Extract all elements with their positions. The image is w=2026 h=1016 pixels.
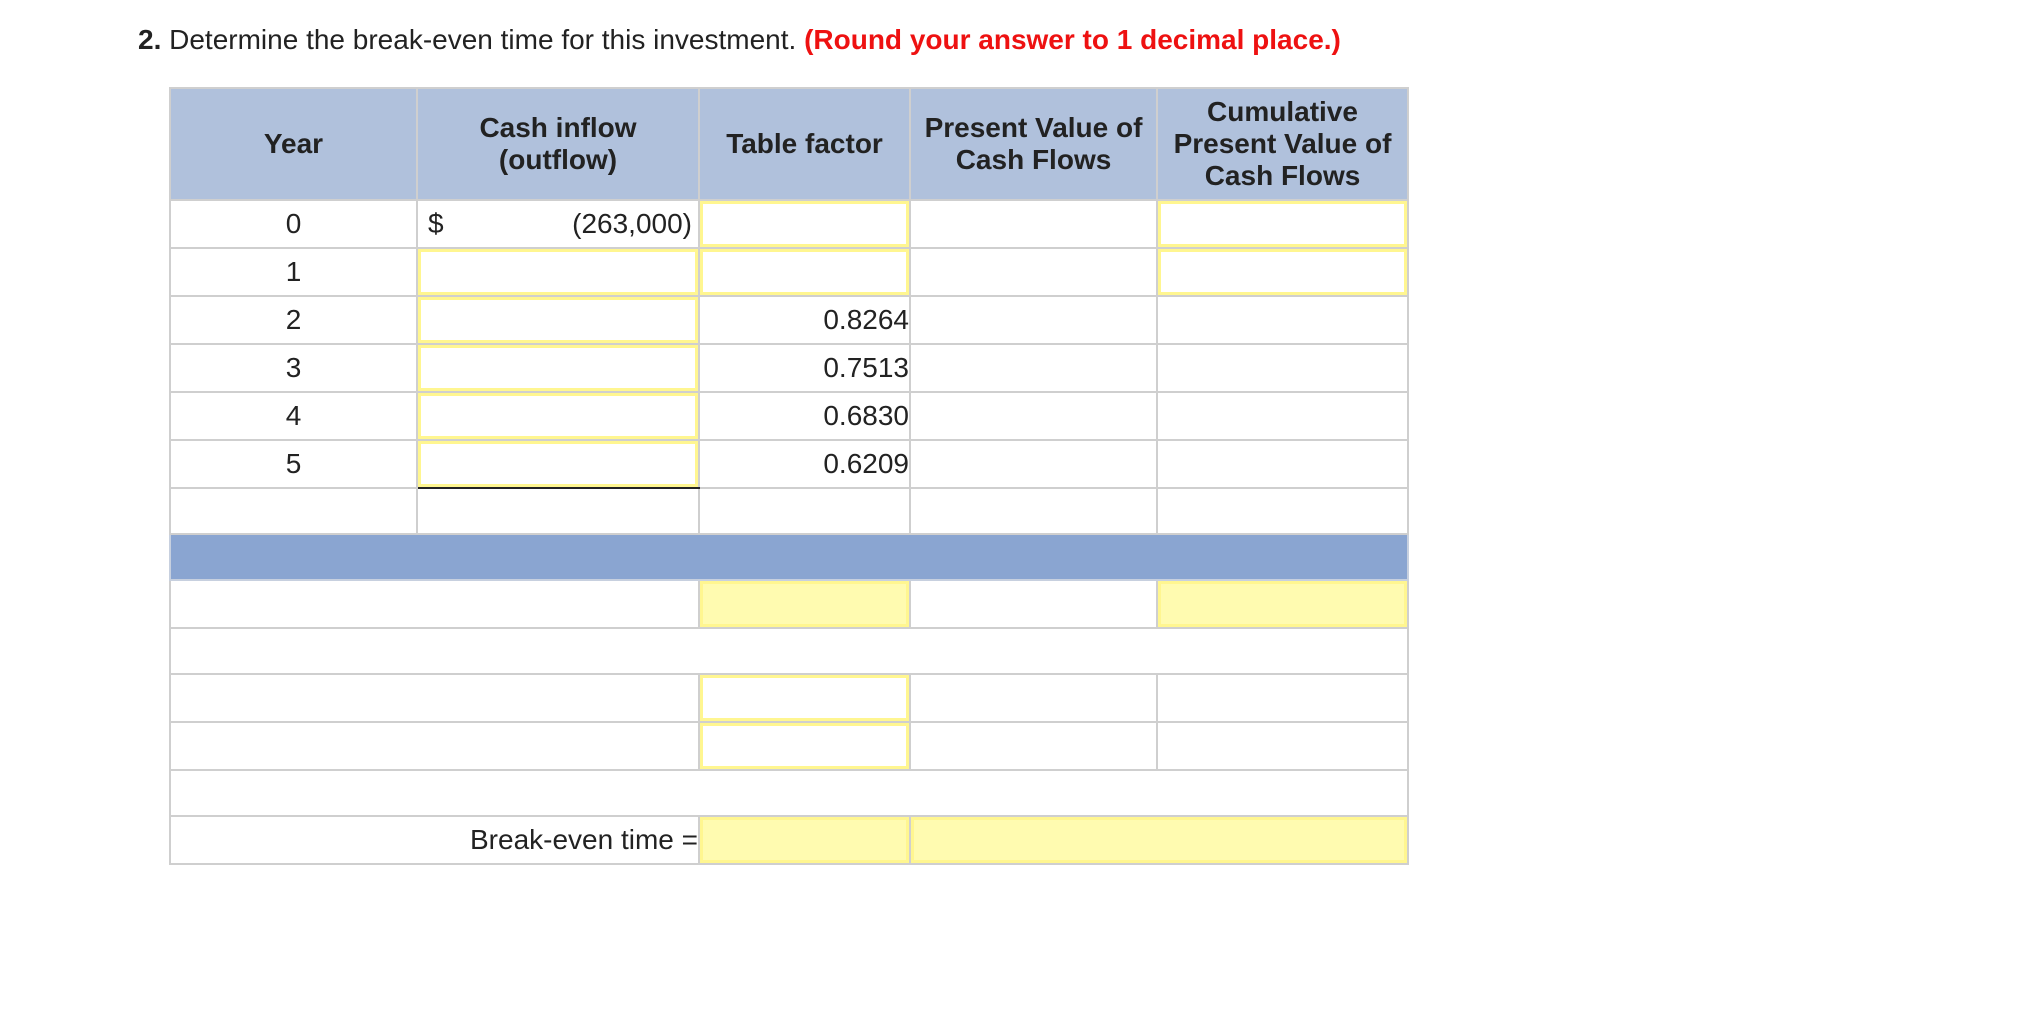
present-value-cell [909, 439, 1158, 489]
cumulative-cell [1156, 295, 1409, 345]
cumulative-cell [1156, 247, 1409, 297]
present-value-cell [909, 391, 1158, 441]
cumulative-input-year-0[interactable] [1158, 201, 1407, 247]
cash-flow-input-year-3[interactable] [418, 345, 698, 391]
table-row: 0 $ (263,000) [169, 199, 1409, 249]
cash-flow-cell: $ (263,000) [416, 199, 700, 249]
cash-flow-cell [416, 247, 700, 297]
blank-row [169, 487, 1409, 535]
break-even-label: Break-even time = [169, 815, 700, 865]
cash-flow-input-year-5[interactable] [418, 441, 698, 487]
currency-symbol: $ [428, 208, 444, 239]
present-value-cell [909, 295, 1158, 345]
present-value-cell [909, 247, 1158, 297]
cumulative-input-year-1[interactable] [1158, 249, 1407, 295]
year-cell: 5 [169, 439, 418, 489]
year-cell: 1 [169, 247, 418, 297]
present-value-cell [909, 343, 1158, 393]
break-even-unit-input[interactable] [911, 817, 1407, 863]
year-cell: 3 [169, 343, 418, 393]
question-prompt: Determine the break-even time for this i… [161, 24, 805, 55]
table-factor-value: 0.6209 [698, 439, 911, 489]
break-even-row: Break-even time = [169, 815, 1409, 865]
header-table-factor: Table factor [698, 87, 911, 201]
header-present-value: Present Value of Cash Flows [909, 87, 1158, 201]
header-cumulative-pv: Cumulative Present Value of Cash Flows [1156, 87, 1409, 201]
table-row: 3 0.7513 [169, 343, 1409, 393]
cumulative-cell [1156, 343, 1409, 393]
calc-input-3[interactable] [700, 675, 909, 721]
cumulative-cell [1156, 199, 1409, 249]
cash-flow-value: (263,000) [572, 208, 692, 239]
table-factor-value: 0.6830 [698, 391, 911, 441]
header-cash-flow: Cash inflow (outflow) [416, 87, 700, 201]
calc-input-2[interactable] [1158, 581, 1407, 627]
break-even-table: Year Cash inflow (outflow) Table factor … [169, 87, 1409, 865]
cash-flow-cell [416, 391, 700, 441]
year-cell: 0 [169, 199, 418, 249]
question-number: 2. [138, 24, 162, 55]
cumulative-cell [1156, 439, 1409, 489]
cash-flow-input-year-4[interactable] [418, 393, 698, 439]
table-row: 4 0.6830 [169, 391, 1409, 441]
break-even-input[interactable] [700, 817, 909, 863]
section-divider [169, 533, 1409, 581]
year-cell: 2 [169, 295, 418, 345]
calc-row [169, 673, 1409, 723]
rounding-hint: (Round your answer to 1 decimal place.) [804, 24, 1341, 55]
blank-row [169, 769, 1409, 817]
cash-flow-cell [416, 439, 700, 489]
blank-row [169, 627, 1409, 675]
header-year: Year [169, 87, 418, 201]
table-row: 5 0.6209 [169, 439, 1409, 489]
cash-flow-input-year-1[interactable] [418, 249, 698, 295]
present-value-cell [909, 199, 1158, 249]
cumulative-cell [1156, 391, 1409, 441]
table-row: 2 0.8264 [169, 295, 1409, 345]
table-row: 1 [169, 247, 1409, 297]
table-factor-input-year-0[interactable] [700, 201, 909, 247]
calc-row [169, 579, 1409, 629]
table-factor-cell [698, 247, 911, 297]
year-cell: 4 [169, 391, 418, 441]
calc-input-4[interactable] [700, 723, 909, 769]
calc-input-1[interactable] [700, 581, 909, 627]
calc-row [169, 721, 1409, 771]
cash-flow-input-year-2[interactable] [418, 297, 698, 343]
cash-flow-cell [416, 295, 700, 345]
table-factor-value: 0.8264 [698, 295, 911, 345]
table-factor-value: 0.7513 [698, 343, 911, 393]
table-factor-input-year-1[interactable] [700, 249, 909, 295]
table-factor-cell [698, 199, 911, 249]
question-text: 2. Determine the break-even time for thi… [138, 20, 1341, 60]
cash-flow-cell [416, 343, 700, 393]
